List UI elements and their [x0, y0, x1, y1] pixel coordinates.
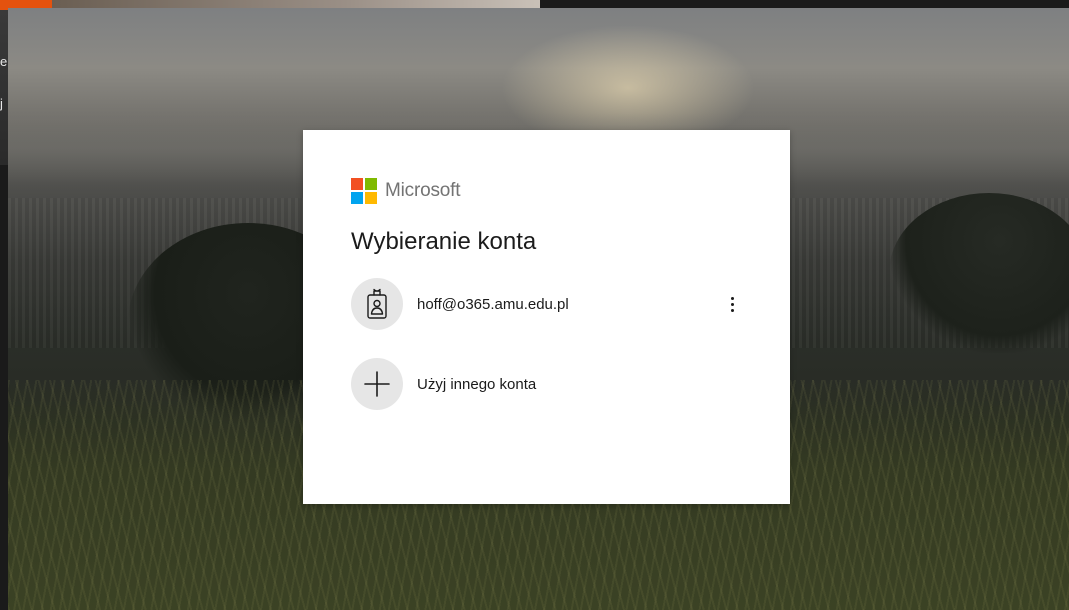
more-dot	[730, 308, 734, 312]
brand-header: Microsoft	[351, 178, 746, 204]
brand-name: Microsoft	[385, 180, 461, 201]
account-tile[interactable]: hoff@o365.amu.edu.pl	[351, 276, 746, 332]
account-picker-dialog: Microsoft Wybieranie konta hoff@o365.amu…	[303, 130, 790, 504]
work-badge-icon	[367, 288, 387, 319]
logo-square-green	[365, 178, 377, 190]
background-mountain	[889, 193, 1069, 353]
logo-square-yellow	[365, 192, 377, 204]
background-edge-text: j	[0, 96, 3, 111]
plus-icon	[364, 371, 390, 397]
account-avatar	[351, 278, 403, 330]
account-email: hoff@o365.amu.edu.pl	[417, 295, 569, 313]
logo-square-blue	[351, 192, 363, 204]
page: e j Microsoft Wybieranie konta hoff@o365…	[0, 0, 1069, 610]
account-list: hoff@o365.amu.edu.pl Użyj innego konta	[351, 276, 746, 412]
page-title: Wybieranie konta	[351, 228, 537, 255]
more-dot	[730, 296, 734, 300]
more-options-icon[interactable]	[718, 288, 746, 320]
microsoft-logo-icon	[351, 178, 377, 204]
add-account-avatar	[351, 358, 403, 410]
use-another-account-tile[interactable]: Użyj innego konta	[351, 356, 746, 412]
more-dot	[730, 302, 734, 306]
background-edge-text: e	[0, 54, 8, 69]
use-another-account-label: Użyj innego konta	[417, 375, 537, 393]
logo-square-red	[351, 178, 363, 190]
